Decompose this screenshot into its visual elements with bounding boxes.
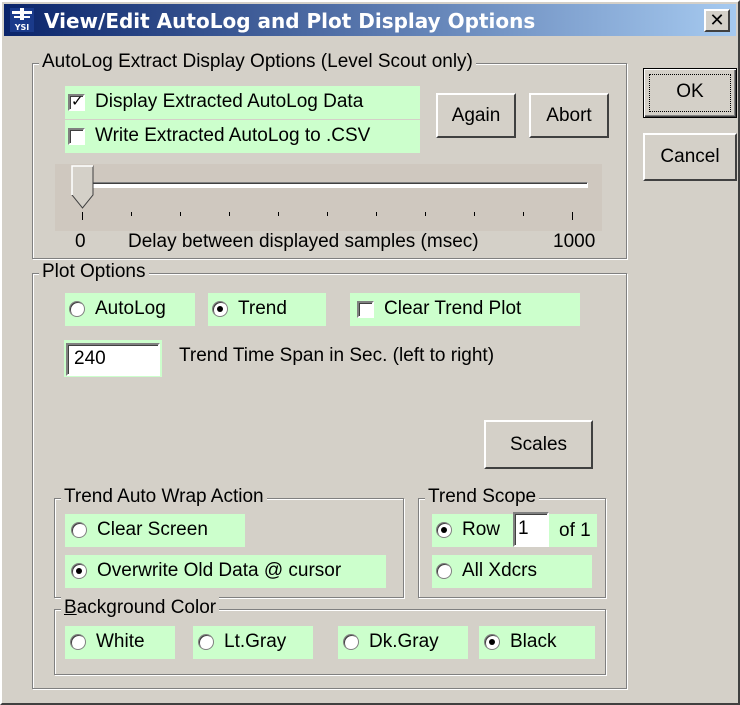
row-radio-label: Row xyxy=(462,519,501,540)
black-radio-circle[interactable] xyxy=(484,634,500,650)
time-span-value: 240 xyxy=(74,348,106,369)
cancel-button[interactable]: Cancel xyxy=(643,133,737,181)
abort-button-label: Abort xyxy=(546,105,592,126)
overwrite-label: Overwrite Old Data @ cursor xyxy=(97,560,342,581)
slider-tick xyxy=(523,212,524,216)
plot-options-group-title: Plot Options xyxy=(39,261,149,283)
black-radio-label: Black xyxy=(510,631,557,652)
dkgray-radio-label: Dk.Gray xyxy=(369,631,439,652)
black-radio[interactable]: Black xyxy=(484,630,556,654)
close-icon: ✕ xyxy=(709,10,725,31)
slider-tick xyxy=(180,212,181,216)
background-color-mnemonic: B xyxy=(64,597,77,618)
close-button[interactable]: ✕ xyxy=(704,9,730,32)
slider-tick xyxy=(82,212,83,220)
autolog-radio-label: AutoLog xyxy=(95,298,166,319)
scales-button-label: Scales xyxy=(509,434,568,455)
white-radio-circle[interactable] xyxy=(70,634,86,650)
slider-min-label: 0 xyxy=(75,231,86,252)
all-xdcrs-label: All Xdcrs xyxy=(462,560,537,581)
ltgray-radio[interactable]: Lt.Gray xyxy=(198,630,286,654)
display-extracted-label: Display Extracted AutoLog Data xyxy=(95,91,364,112)
write-csv-label: Write Extracted AutoLog to .CSV xyxy=(95,125,371,146)
ok-focus-ring xyxy=(649,74,731,112)
clear-trend-box[interactable] xyxy=(357,300,374,318)
ysi-logo-icon: YSI xyxy=(10,8,34,32)
slider-tick xyxy=(229,212,230,216)
all-xdcrs-radio[interactable]: All Xdcrs xyxy=(436,559,537,583)
clear-screen-radio[interactable]: Clear Screen xyxy=(71,518,208,542)
trend-scope-group-title: Trend Scope xyxy=(425,486,540,508)
background-color-title-rest: ackground Color xyxy=(76,597,217,618)
title-bar[interactable]: YSI View/Edit AutoLog and Plot Display O… xyxy=(4,4,736,36)
slider-tick xyxy=(425,212,426,216)
trend-wrap-group-title: Trend Auto Wrap Action xyxy=(61,486,267,508)
display-extracted-checkbox[interactable]: ✓ Display Extracted AutoLog Data xyxy=(68,90,363,114)
slider-ticks xyxy=(82,212,582,222)
slider-tick xyxy=(278,212,279,216)
slider-max-label: 1000 xyxy=(553,231,596,252)
clear-screen-radio-circle[interactable] xyxy=(71,522,87,538)
ysi-logo-text: YSI xyxy=(14,23,30,32)
abort-button[interactable]: Abort xyxy=(529,93,609,138)
check-mark-icon: ✓ xyxy=(71,91,84,110)
window-title: View/Edit AutoLog and Plot Display Optio… xyxy=(44,9,536,33)
time-span-label: Trend Time Span in Sec. (left to right) xyxy=(179,345,495,366)
trend-radio-label: Trend xyxy=(238,298,287,319)
slider-tick xyxy=(474,212,475,216)
autolog-radio[interactable]: AutoLog xyxy=(69,297,166,321)
slider-thumb[interactable] xyxy=(71,165,95,209)
write-csv-checkbox[interactable]: Write Extracted AutoLog to .CSV xyxy=(68,124,370,148)
again-button-label: Again xyxy=(451,105,501,126)
radio-selected-dot xyxy=(489,639,495,645)
radio-selected-dot xyxy=(217,306,223,312)
overwrite-radio-circle[interactable] xyxy=(71,563,87,579)
ltgray-radio-label: Lt.Gray xyxy=(224,631,287,652)
dkgray-radio-circle[interactable] xyxy=(343,634,359,650)
slider-tick xyxy=(327,212,328,216)
ok-button[interactable]: OK xyxy=(643,68,737,118)
clear-screen-label: Clear Screen xyxy=(97,519,208,540)
autolog-extract-group-title: AutoLog Extract Display Options (Level S… xyxy=(39,51,476,73)
ltgray-radio-circle[interactable] xyxy=(198,634,214,650)
row-number-value: 1 xyxy=(518,518,529,539)
slider-caption: Delay between displayed samples (msec) xyxy=(128,231,479,252)
radio-selected-dot xyxy=(76,568,82,574)
radio-selected-dot xyxy=(441,527,447,533)
time-span-input[interactable]: 240 xyxy=(66,343,160,376)
overwrite-radio[interactable]: Overwrite Old Data @ cursor xyxy=(71,559,341,583)
dkgray-radio[interactable]: Dk.Gray xyxy=(343,630,439,654)
write-csv-box[interactable] xyxy=(68,127,85,145)
slider-tick xyxy=(376,212,377,216)
row-of-label: of 1 xyxy=(559,520,591,541)
clear-trend-checkbox[interactable]: Clear Trend Plot xyxy=(357,297,521,321)
all-xdcrs-radio-circle[interactable] xyxy=(436,563,452,579)
row-number-input[interactable]: 1 xyxy=(513,512,549,547)
background-color-group-title: Background Color xyxy=(61,597,220,619)
autolog-radio-circle[interactable] xyxy=(69,301,85,317)
slider-tick xyxy=(572,212,573,220)
delay-slider[interactable] xyxy=(78,182,588,188)
again-button[interactable]: Again xyxy=(436,93,516,138)
slider-tick xyxy=(131,212,132,216)
white-radio-label: White xyxy=(96,631,145,652)
row-radio[interactable]: Row xyxy=(436,518,500,542)
clear-trend-label: Clear Trend Plot xyxy=(384,298,522,319)
display-extracted-box[interactable]: ✓ xyxy=(68,91,85,111)
dialog-window: YSI View/Edit AutoLog and Plot Display O… xyxy=(0,0,740,705)
scales-button[interactable]: Scales xyxy=(484,420,593,469)
trend-radio-circle[interactable] xyxy=(212,301,228,317)
trend-radio[interactable]: Trend xyxy=(212,297,287,321)
row-radio-circle[interactable] xyxy=(436,522,452,538)
white-radio[interactable]: White xyxy=(70,630,145,654)
cancel-button-label: Cancel xyxy=(660,146,720,167)
